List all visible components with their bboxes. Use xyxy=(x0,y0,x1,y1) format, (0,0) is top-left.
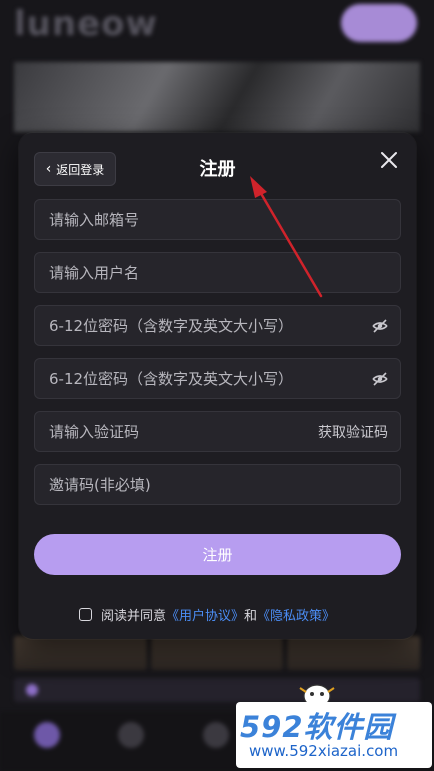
thumbnail xyxy=(287,636,421,670)
thumbnail xyxy=(14,636,147,670)
banner-image xyxy=(14,62,420,132)
watermark-url: www.592xiazai.com xyxy=(249,742,399,760)
tab-icon xyxy=(118,722,144,748)
agreement-row: 阅读并同意 《用户协议》 和 《隐私政策》 xyxy=(79,605,335,624)
agreement-prefix: 阅读并同意 xyxy=(101,609,167,624)
password-field[interactable] xyxy=(34,305,401,346)
app-logo: luneow xyxy=(14,4,158,44)
tab-home-icon xyxy=(34,722,60,748)
register-modal: ‹ 返回登录 注册 获取验证码 注册 xyxy=(19,133,416,639)
email-field[interactable] xyxy=(34,199,401,240)
password-input[interactable] xyxy=(49,316,372,335)
username-input[interactable] xyxy=(49,263,388,282)
register-button[interactable]: 注册 xyxy=(34,534,401,575)
thumbnail xyxy=(150,636,284,670)
get-code-button[interactable]: 获取验证码 xyxy=(318,422,388,442)
eye-off-icon[interactable] xyxy=(372,371,388,386)
invite-code-field[interactable] xyxy=(34,464,401,505)
agreement-and: 和 xyxy=(244,609,258,624)
modal-title: 注册 xyxy=(199,159,236,180)
verification-code-field[interactable]: 获取验证码 xyxy=(34,411,401,452)
tab-icon xyxy=(203,722,229,748)
eye-off-icon[interactable] xyxy=(372,318,388,333)
checkbox-icon[interactable] xyxy=(79,608,92,621)
invite-code-input[interactable] xyxy=(49,475,388,494)
verification-code-input[interactable] xyxy=(49,422,318,441)
thumbnail-strip xyxy=(14,636,421,670)
user-agreement-link[interactable]: 《用户协议》 xyxy=(166,605,244,624)
notice-chip xyxy=(14,678,420,702)
watermark: 592软件园 www.592xiazai.com xyxy=(236,702,432,768)
watermark-logo: 592软件园 xyxy=(240,710,394,744)
privacy-policy-link[interactable]: 《隐私政策》 xyxy=(257,605,335,624)
username-field[interactable] xyxy=(34,252,401,293)
close-icon[interactable] xyxy=(378,149,400,171)
email-input[interactable] xyxy=(49,210,388,229)
header-pill-button xyxy=(341,4,417,42)
confirm-password-field[interactable] xyxy=(34,358,401,399)
confirm-password-input[interactable] xyxy=(49,369,372,388)
